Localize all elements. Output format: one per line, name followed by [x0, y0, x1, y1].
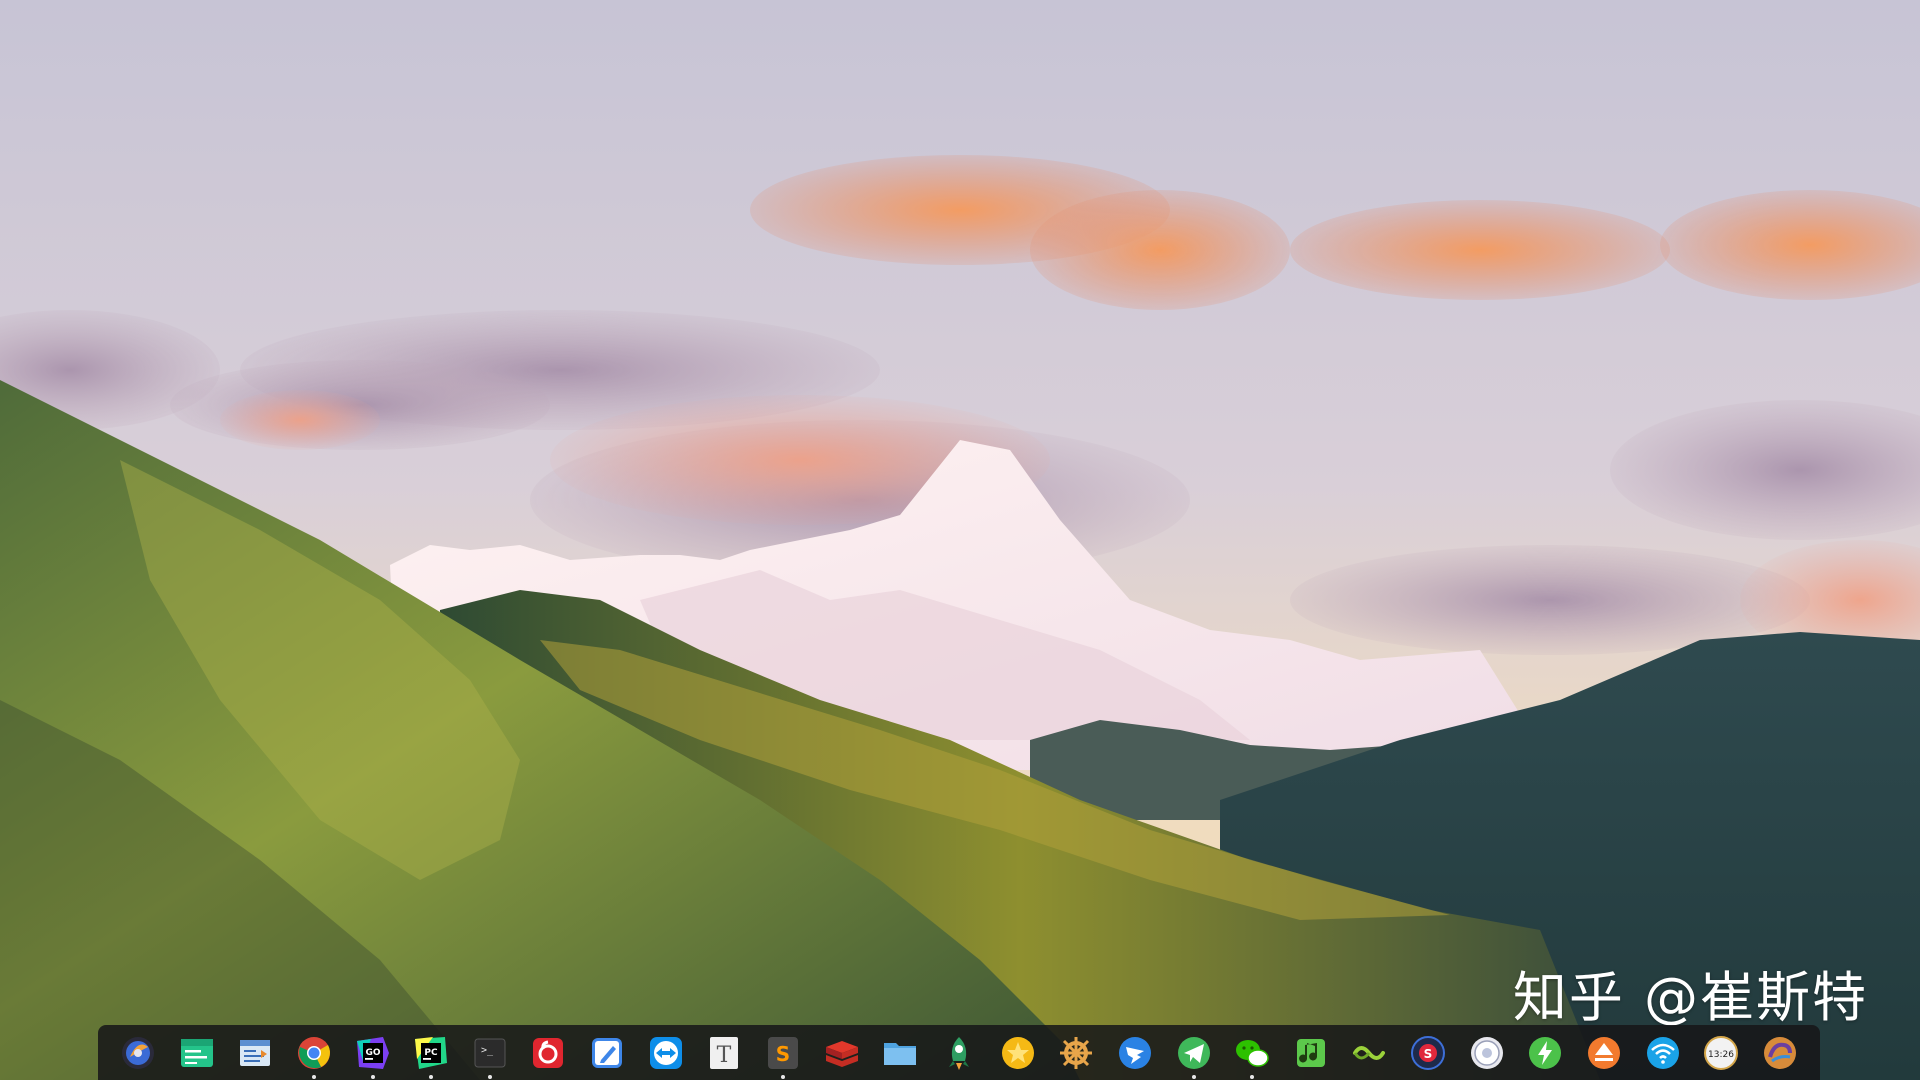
terminal-icon[interactable]: >_ — [467, 1030, 513, 1079]
music-player-icon[interactable] — [1288, 1030, 1334, 1076]
svg-text:>_: >_ — [481, 1045, 494, 1056]
svg-text:T: T — [717, 1043, 732, 1068]
file-manager-icon[interactable] — [877, 1030, 923, 1076]
svg-text:S: S — [1424, 1047, 1433, 1061]
chrome-icon[interactable] — [291, 1030, 337, 1079]
redis-icon[interactable] — [819, 1030, 865, 1076]
netease-music-icon[interactable] — [525, 1030, 571, 1076]
favorites-star-icon[interactable] — [995, 1030, 1041, 1076]
pycharm-icon[interactable]: PC — [408, 1030, 454, 1079]
update-icon[interactable] — [1522, 1030, 1568, 1076]
zhihu-watermark: 知乎 @崔斯特 — [1512, 966, 1868, 1029]
rocket-icon[interactable] — [936, 1030, 982, 1076]
telegram-icon[interactable] — [1171, 1030, 1217, 1079]
markdown-editor-icon[interactable] — [584, 1030, 630, 1076]
svg-text:PC: PC — [425, 1048, 439, 1058]
vscode-like-icon[interactable] — [1346, 1030, 1392, 1076]
dock: GO PC >_ T S S 13:26 — [98, 1025, 1820, 1080]
helm-wheel-icon[interactable] — [1053, 1030, 1099, 1076]
svg-text:GO: GO — [365, 1048, 380, 1058]
svg-text:13:26: 13:26 — [1708, 1050, 1734, 1060]
trash-icon[interactable] — [1757, 1030, 1803, 1076]
text-editor-icon[interactable] — [232, 1030, 278, 1076]
goland-icon[interactable]: GO — [350, 1030, 396, 1079]
clock-icon[interactable]: 13:26 — [1698, 1030, 1744, 1076]
svg-text:S: S — [776, 1042, 790, 1066]
upload-icon[interactable] — [1581, 1030, 1627, 1076]
pycharm-folder-icon[interactable] — [174, 1030, 220, 1076]
wifi-icon[interactable] — [1640, 1030, 1686, 1076]
wechat-icon[interactable] — [1229, 1030, 1275, 1079]
screenshot-tool-icon[interactable]: S — [1405, 1030, 1451, 1076]
launcher-icon[interactable] — [115, 1030, 161, 1076]
sublime-text-icon[interactable]: S — [760, 1030, 806, 1079]
teamviewer-icon[interactable] — [643, 1030, 689, 1076]
desktop-wallpaper — [0, 0, 1920, 1080]
typora-icon[interactable]: T — [701, 1030, 747, 1076]
power-icon[interactable] — [1464, 1030, 1510, 1076]
dingtalk-icon[interactable] — [1112, 1030, 1158, 1076]
